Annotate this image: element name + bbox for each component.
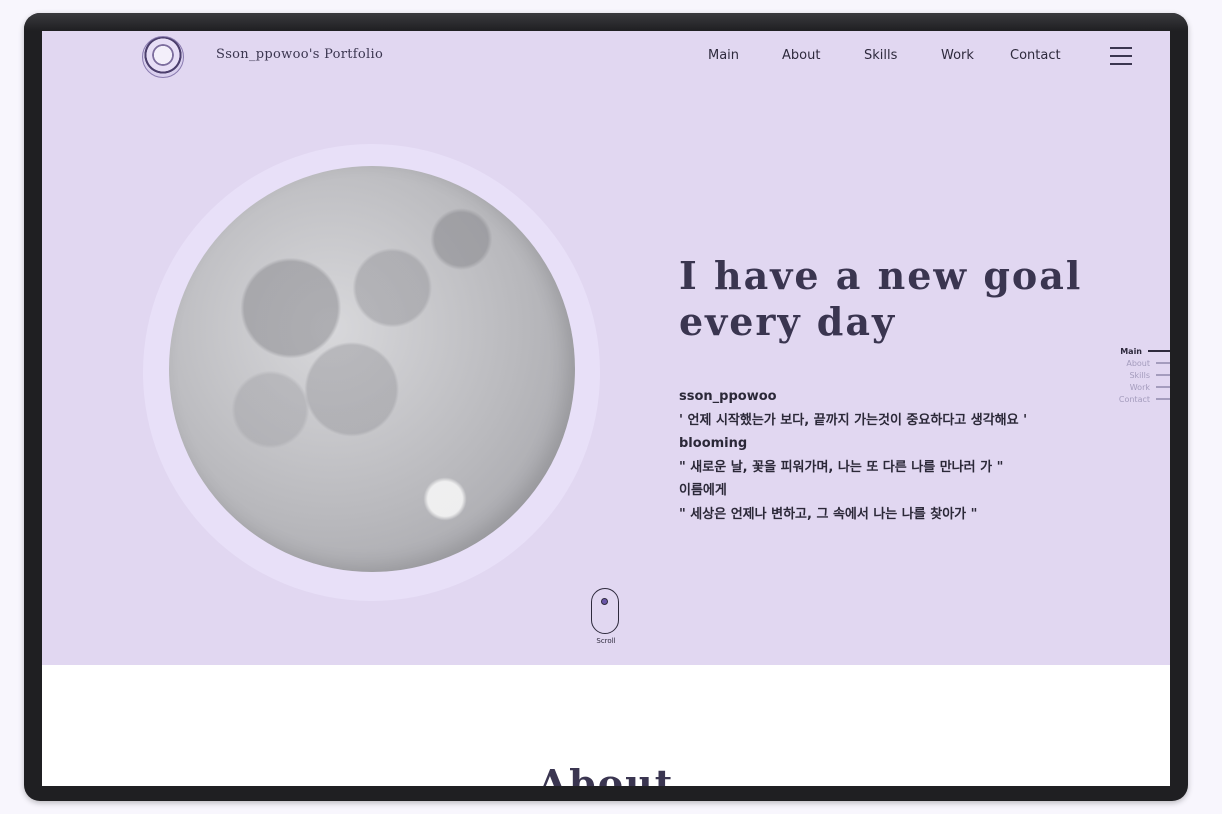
headline-line-1: I have a new goal	[679, 253, 1083, 298]
hero-text-block: sson_ppowoo ' 언제 시작했는가 보다, 끝까지 가는것이 중요하다…	[679, 385, 1099, 527]
hero-line: " 세상은 언제나 변하고, 그 속에서 나는 나를 찾아가 "	[679, 506, 978, 522]
hero-line: blooming	[679, 436, 748, 452]
hero-line: " 새로운 날, 꽃을 피워가며, 나는 또 다른 나를 만나러 가 "	[679, 459, 1004, 475]
side-nav-skills[interactable]: Skills	[1129, 369, 1170, 381]
menu-icon[interactable]	[1110, 47, 1132, 65]
nav-skills[interactable]: Skills	[864, 48, 897, 63]
side-nav-work[interactable]: Work	[1130, 381, 1170, 393]
scroll-label: Scroll	[596, 637, 616, 645]
nav-about[interactable]: About	[782, 48, 820, 63]
moon-image	[169, 166, 575, 572]
side-nav-main[interactable]: Main	[1120, 345, 1170, 357]
logo-icon[interactable]	[142, 36, 184, 78]
side-nav-about[interactable]: About	[1126, 357, 1170, 369]
browser-viewport: Sson_ppowoo's Portfolio Main About Skill…	[42, 31, 1170, 786]
hero-line: 이름에게	[679, 483, 727, 499]
hero-line: sson_ppowoo	[679, 389, 777, 404]
brand-title[interactable]: Sson_ppowoo's Portfolio	[216, 47, 383, 62]
about-section-title: About	[537, 760, 675, 786]
hero-line: ' 언제 시작했는가 보다, 끝까지 가는것이 중요하다고 생각해요 '	[679, 412, 1028, 428]
hero-headline: I have a new goal every day	[679, 253, 1082, 345]
nav-contact[interactable]: Contact	[1010, 48, 1061, 63]
scroll-indicator[interactable]	[591, 588, 619, 634]
side-nav-contact[interactable]: Contact	[1119, 393, 1170, 405]
hero-section: Sson_ppowoo's Portfolio Main About Skill…	[42, 31, 1170, 665]
headline-line-2: every day	[679, 299, 897, 344]
mouse-wheel-icon	[601, 598, 608, 605]
nav-work[interactable]: Work	[941, 48, 974, 63]
nav-main[interactable]: Main	[708, 48, 739, 63]
